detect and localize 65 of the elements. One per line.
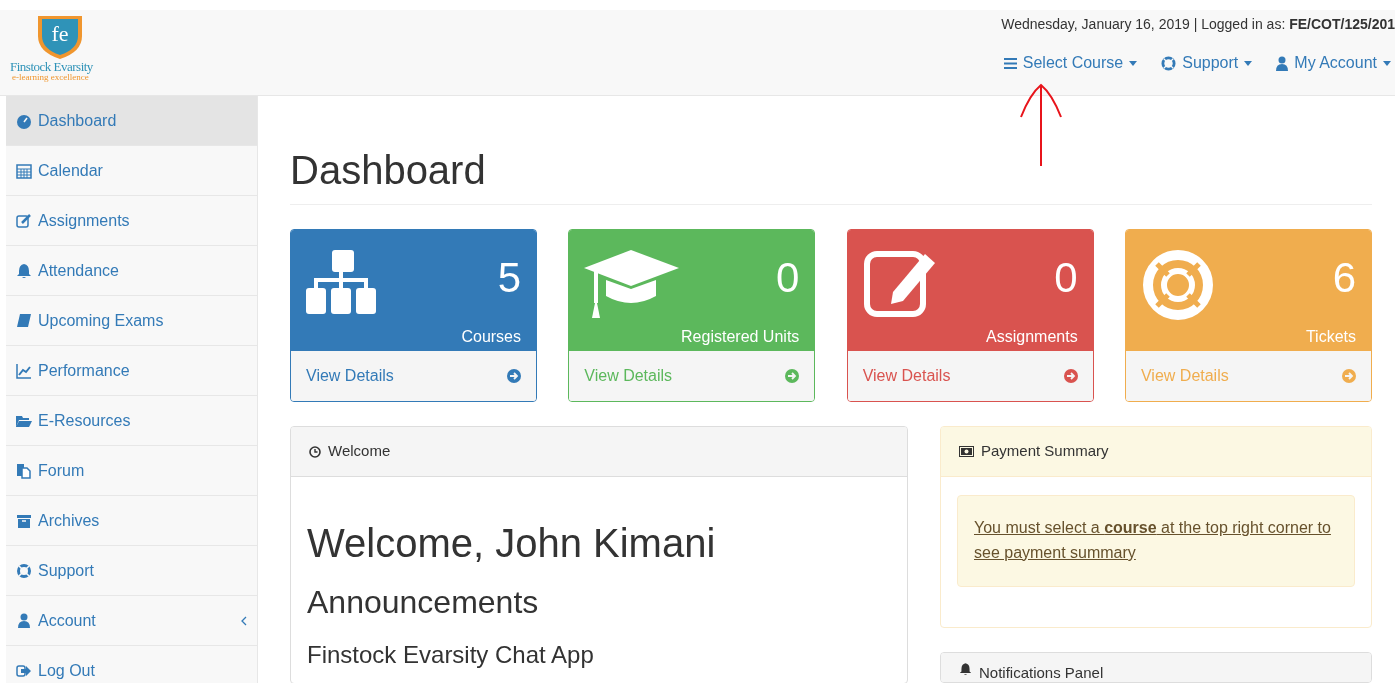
view-details-link[interactable]: View Details [291,351,536,401]
logo-name: Finstock Evarsity [10,60,93,73]
sidebar-item[interactable]: E-Resources [6,396,257,446]
sidebar-item[interactable]: Log Out [6,646,257,683]
lifebuoy-icon [1141,248,1216,320]
sidebar-item[interactable]: Forum [6,446,257,496]
menu-icon [1003,57,1017,69]
caret-icon [1129,60,1138,66]
announcements-heading: Announcements [307,585,540,621]
panel-title: Welcome [328,441,391,462]
calendar-icon [16,162,32,179]
announcement-title: Finstock Evarsity Chat App [307,642,595,669]
lifebuoy-icon [16,562,32,579]
arrow-circle-right-icon [785,369,800,383]
graduation-cap-icon [584,248,680,320]
sidebar-item[interactable]: Assignments [6,196,257,246]
alert-link[interactable]: You must select a course at the top right corner to see payment summary [974,516,1338,566]
sidebar-item[interactable]: Support [6,546,257,596]
edit-icon [16,212,32,229]
welcome-heading: Welcome, John Kimani [307,521,717,565]
page-title: Dashboard [290,147,487,194]
session-info: Wednesday, January 16, 2019 | Logged in as: FE/COT/125/201 [1001,15,1395,34]
panel-title: Payment Summary [981,441,1109,462]
money-icon [959,446,974,457]
nav-menu[interactable]: My Account [1276,51,1391,75]
user-icon [16,612,32,629]
bell-icon [959,661,972,676]
sidebar-item[interactable]: Upcoming Exams [6,296,257,346]
stat-label: Tickets [1305,327,1356,347]
sidebar-item[interactable]: Account [6,596,257,646]
stat-count: 0 [775,257,800,299]
sidebar-item[interactable]: Calendar [6,146,257,196]
dashboard-gauge-icon [16,112,32,129]
sign-out-icon [16,662,32,679]
edit-icon [862,248,938,320]
stat-label: Courses [461,327,521,347]
documents-icon [16,462,32,479]
chevron-icon [241,615,247,626]
lifebuoy-icon [1161,55,1177,71]
caret-icon [1383,60,1391,66]
sidebar-item[interactable]: Archives [6,496,257,546]
nav-menu[interactable]: Select Course [1003,51,1138,75]
panel-title: Notifications Panel [979,662,1104,682]
nav-menu[interactable]: Support [1161,51,1253,75]
logo-tagline: e-learning excellence [12,73,89,82]
stat-count: 5 [497,257,521,299]
view-details-link[interactable]: View Details [847,351,1093,401]
clock-icon [309,445,321,458]
arrow-circle-right-icon [507,369,521,383]
arrow-circle-right-icon [1063,369,1078,383]
sidebar-item[interactable]: Performance [6,346,257,396]
sidebar-item[interactable]: Attendance [6,246,257,296]
shield-logo-icon: fe [35,14,85,60]
line-chart-icon [16,362,32,379]
user-icon [1276,55,1289,71]
arrow-circle-right-icon [1342,369,1356,383]
sidebar-item[interactable]: Dashboard [6,96,257,146]
view-details-link[interactable]: View Details [569,351,815,401]
bell-icon [16,262,32,279]
stat-label: Assignments [986,327,1078,347]
caret-icon [1244,60,1253,66]
archive-icon [16,512,32,529]
stat-count: 6 [1332,257,1356,299]
stat-count: 0 [1054,257,1078,299]
stat-label: Registered Units [681,327,800,347]
